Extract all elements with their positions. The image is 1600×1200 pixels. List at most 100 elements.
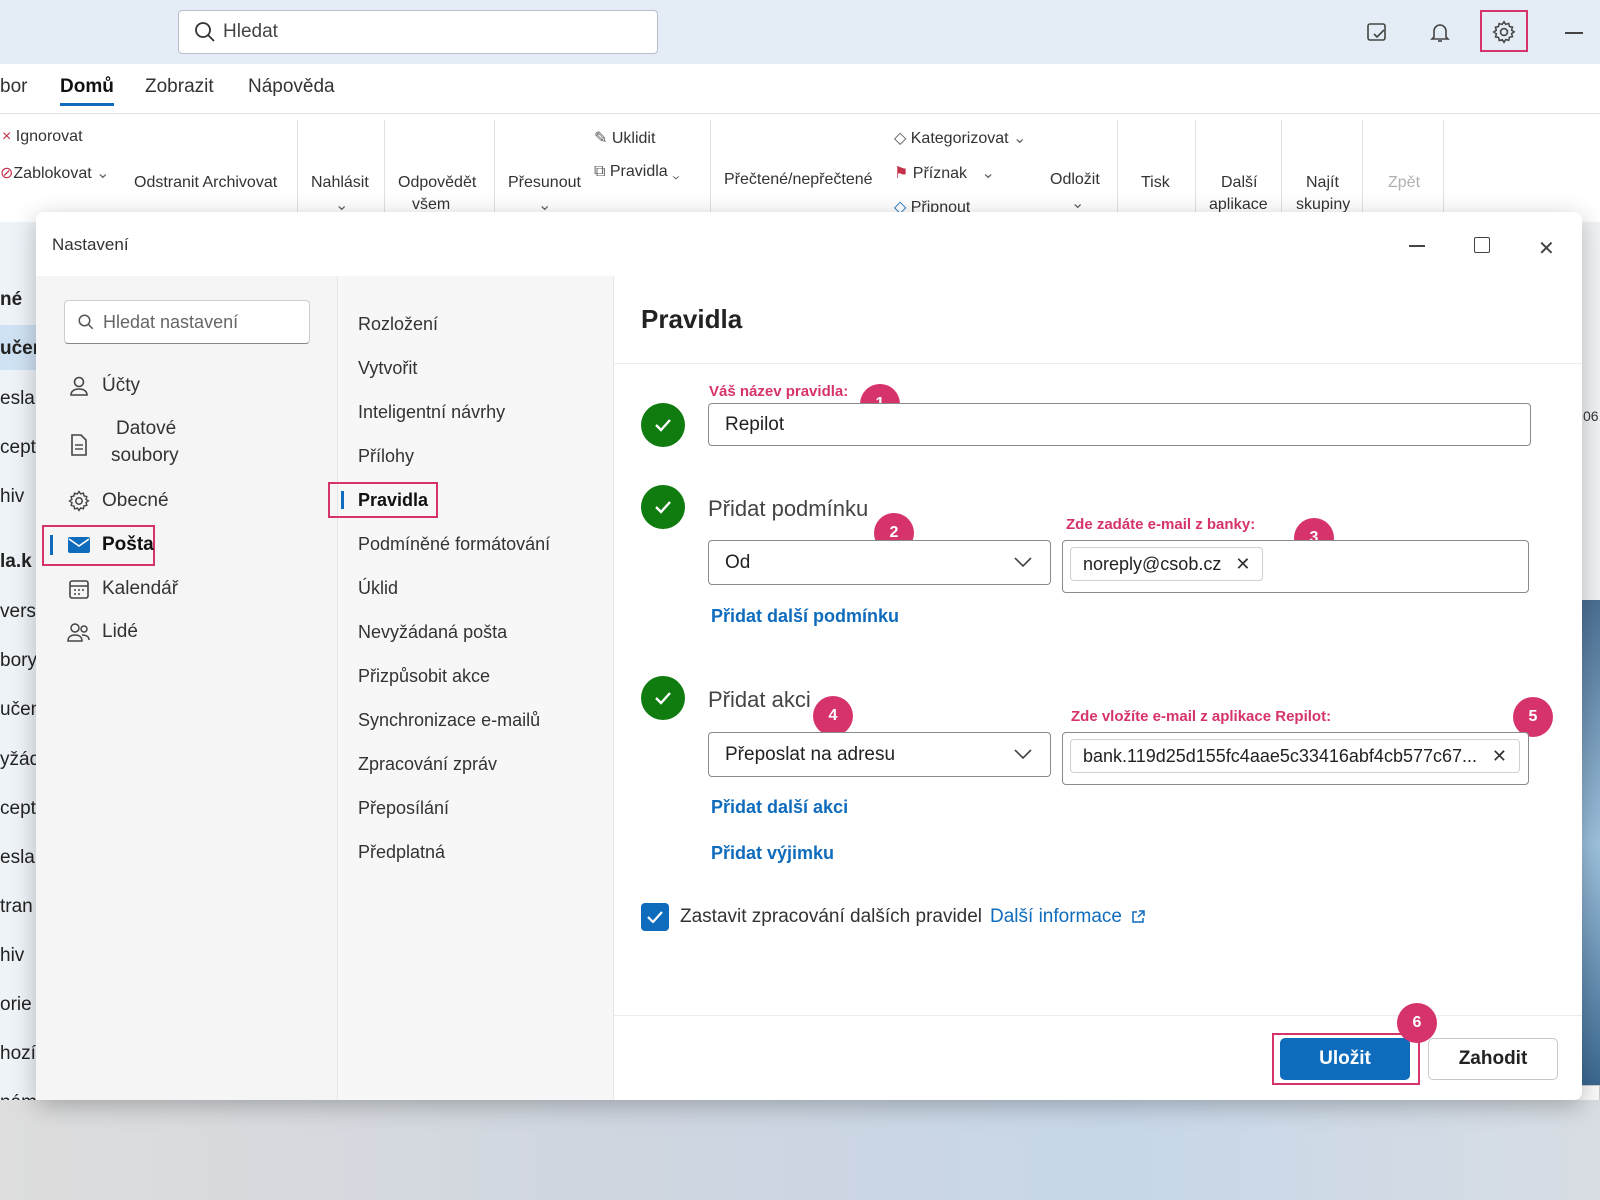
step-complete-icon: [641, 676, 685, 720]
read-unread-button[interactable]: Přečtené/nepřečtené: [724, 171, 873, 189]
more-apps-button[interactable]: Další: [1221, 174, 1257, 192]
stop-processing-checkbox[interactable]: [641, 903, 669, 931]
subnav-email-sync[interactable]: Synchronizace e-mailů: [358, 710, 540, 731]
email-chip[interactable]: bank.119d25d155fc4aae5c33416abf4cb577c67…: [1070, 739, 1520, 773]
move-button[interactable]: Přesunout: [508, 174, 581, 192]
discard-button[interactable]: Zahodit: [1428, 1038, 1558, 1080]
subnav-subscriptions[interactable]: Předplatná: [358, 842, 445, 863]
folder-item[interactable]: hiv: [0, 486, 36, 508]
delete-archive-button[interactable]: Odstranit Archivovat: [134, 174, 277, 192]
nav-item-data-files-label-2: soubory: [111, 445, 179, 466]
nav-item-people[interactable]: Lidé: [66, 619, 138, 645]
rule-name-input[interactable]: Repilot: [708, 403, 1531, 446]
folder-item[interactable]: eslan: [0, 388, 36, 410]
remove-chip-icon[interactable]: ✕: [1235, 554, 1250, 575]
nav-item-accounts[interactable]: Účty: [66, 373, 140, 399]
todo-icon[interactable]: [1357, 14, 1397, 50]
subnav-sweep[interactable]: Úklid: [358, 578, 398, 599]
subnav-attachments[interactable]: Přílohy: [358, 446, 414, 467]
flag-icon: ⚑: [894, 165, 913, 182]
checkmark-icon: [647, 911, 663, 923]
undo-button[interactable]: Zpět: [1388, 174, 1420, 192]
more-info-link[interactable]: Další informace: [990, 906, 1146, 928]
folder-item[interactable]: učen: [0, 338, 36, 360]
ribbon: [0, 114, 1600, 222]
nav-item-mail[interactable]: Pošta: [66, 532, 154, 558]
save-button[interactable]: Uložit: [1280, 1038, 1410, 1080]
find-groups-button[interactable]: Najít: [1306, 174, 1339, 192]
subnav-compose[interactable]: Vytvořit: [358, 358, 417, 379]
report-button[interactable]: Nahlásit: [311, 174, 369, 192]
reply-all-button[interactable]: Odpovědět: [398, 174, 476, 192]
person-icon: [66, 373, 92, 399]
tab-home[interactable]: Domů: [60, 76, 114, 98]
folder-item[interactable]: hozí: [0, 1043, 36, 1065]
chevron-down-icon: ⌄: [96, 165, 110, 182]
nav-item-calendar[interactable]: Kalendář: [66, 576, 178, 602]
account-item[interactable]: la.k: [0, 551, 36, 573]
nav-item-general[interactable]: Obecné: [66, 488, 169, 514]
subnav-smart-suggestions[interactable]: Inteligentní návrhy: [358, 402, 505, 423]
tab-help[interactable]: Nápověda: [248, 76, 335, 98]
action-select[interactable]: Přeposlat na adresu: [708, 732, 1051, 777]
folder-item[interactable]: orie: [0, 994, 36, 1016]
sweep-button[interactable]: ✎ Uklidit: [594, 128, 655, 148]
flag-button[interactable]: ⚑ Příznak ⌄: [894, 163, 995, 183]
ribbon-divider: [297, 120, 298, 215]
ribbon-divider: [1281, 120, 1282, 215]
settings-search-input[interactable]: Hledat nastavení: [64, 300, 310, 344]
folder-item[interactable]: yžád: [0, 749, 36, 771]
snooze-button[interactable]: Odložit: [1050, 171, 1100, 189]
folder-item[interactable]: né: [0, 289, 36, 311]
ignore-button[interactable]: × Ignorovat: [2, 128, 83, 146]
window-minimize-icon[interactable]: [1565, 32, 1583, 34]
add-exception-link[interactable]: Přidat výjimku: [711, 843, 834, 864]
folder-item[interactable]: cept: [0, 437, 36, 459]
ribbon-divider: [710, 120, 711, 215]
dialog-close-icon[interactable]: ✕: [1538, 236, 1555, 261]
search-input[interactable]: Hledat: [178, 10, 658, 54]
dialog-minimize-icon[interactable]: [1409, 245, 1425, 247]
condition-select[interactable]: Od: [708, 540, 1051, 585]
rules-button[interactable]: ⧉ Pravidla ⌄: [594, 163, 680, 181]
settings-category-nav: [36, 276, 338, 1100]
search-icon: [195, 22, 215, 42]
chevron-down-icon: [1014, 557, 1032, 568]
add-condition-link[interactable]: Přidat další podmínku: [711, 606, 899, 627]
tab-view[interactable]: Zobrazit: [145, 76, 214, 98]
print-button[interactable]: Tisk: [1141, 174, 1170, 192]
folder-item[interactable]: učen: [0, 699, 36, 721]
subnav-junk[interactable]: Nevyžádaná pošta: [358, 622, 507, 643]
bell-icon[interactable]: [1420, 14, 1460, 50]
block-button[interactable]: ⊘Zablokovat ⌄: [0, 163, 110, 183]
chevron-down-icon: ⌄: [981, 165, 995, 182]
folder-item[interactable]: eslan: [0, 847, 36, 869]
step-complete-icon: [641, 485, 685, 529]
folder-item[interactable]: cept: [0, 798, 36, 820]
subnav-forwarding[interactable]: Přeposílání: [358, 798, 449, 819]
step-badge: 4: [813, 696, 853, 736]
subnav-customize-actions[interactable]: Přizpůsobit akce: [358, 666, 490, 687]
nav-item-data-files[interactable]: [66, 432, 102, 458]
tab-partial[interactable]: bor: [0, 76, 27, 98]
dialog-maximize-icon[interactable]: [1474, 237, 1490, 253]
email-chip[interactable]: noreply@csob.cz ✕: [1070, 547, 1264, 581]
folder-item[interactable]: vers: [0, 601, 36, 623]
ignore-icon: ×: [2, 128, 16, 145]
subnav-layout[interactable]: Rozložení: [358, 314, 438, 335]
remove-chip-icon[interactable]: ✕: [1492, 746, 1507, 767]
folder-item[interactable]: tran: [0, 896, 36, 918]
add-action-link[interactable]: Přidat další akci: [711, 797, 848, 818]
rules-icon: ⧉: [594, 163, 610, 180]
settings-subcategory-nav: [338, 276, 614, 1100]
subnav-rules[interactable]: Pravidla: [358, 490, 428, 511]
subnav-conditional-formatting[interactable]: Podmíněné formátování: [358, 534, 550, 555]
step-badge: 5: [1513, 697, 1553, 737]
subnav-message-handling[interactable]: Zpracování zpráv: [358, 754, 497, 775]
gear-icon[interactable]: [1484, 14, 1524, 50]
folder-item[interactable]: bory: [0, 650, 36, 672]
step-badge: 6: [1397, 1003, 1437, 1043]
folder-item[interactable]: hiv: [0, 945, 36, 967]
categorize-button[interactable]: ◇ Kategorizovat ⌄: [894, 128, 1026, 148]
calendar-icon: [66, 576, 92, 602]
